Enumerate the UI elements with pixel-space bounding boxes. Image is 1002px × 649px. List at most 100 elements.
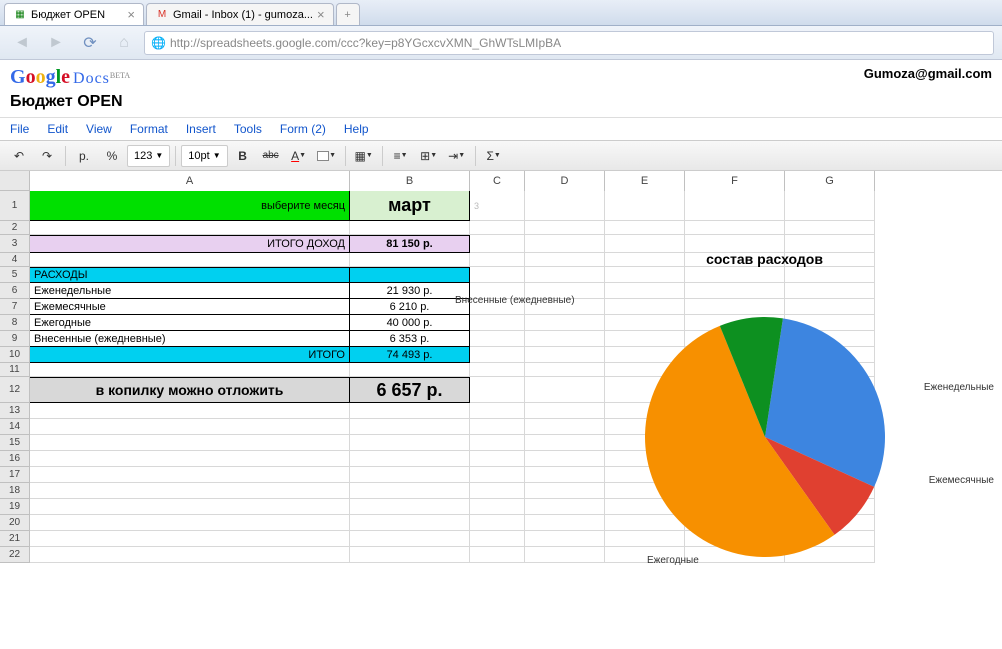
cell-B2[interactable] (350, 221, 470, 235)
home-button[interactable]: ⌂ (110, 29, 138, 57)
cell-C19[interactable] (470, 499, 525, 515)
cell-A13[interactable] (30, 403, 350, 419)
currency-button[interactable]: p. (71, 144, 97, 168)
cell-B4[interactable] (350, 253, 470, 267)
formula-button[interactable]: Σ▼ (481, 144, 507, 168)
cell-B20[interactable] (350, 515, 470, 531)
cell-C1[interactable]: 3 (470, 191, 525, 221)
row-header-21[interactable]: 21 (0, 531, 30, 547)
cell-A10[interactable]: ИТОГО (30, 347, 350, 363)
align-button[interactable]: ≡▼ (388, 144, 414, 168)
row-header-16[interactable]: 16 (0, 451, 30, 467)
cell-A4[interactable] (30, 253, 350, 267)
row-header-15[interactable]: 15 (0, 435, 30, 451)
cell-A1[interactable]: выберите месяц (30, 191, 350, 221)
cell-C22[interactable] (470, 547, 525, 563)
cell-B5[interactable] (350, 267, 470, 283)
cell-C11[interactable] (470, 363, 525, 377)
row-header-4[interactable]: 4 (0, 253, 30, 267)
row-header-10[interactable]: 10 (0, 347, 30, 363)
cell-D2[interactable] (525, 221, 605, 235)
cell-A8[interactable]: Ежегодные (30, 315, 350, 331)
chart-container[interactable]: состав расходов Внесенные (ежедневные) Е… (535, 251, 994, 649)
cell-F1[interactable] (685, 191, 785, 221)
cell-B6[interactable]: 21 930 р. (350, 283, 470, 299)
select-all-corner[interactable] (0, 171, 30, 191)
cell-A14[interactable] (30, 419, 350, 435)
cell-C10[interactable] (470, 347, 525, 363)
cell-A9[interactable]: Внесенные (ежедневные) (30, 331, 350, 347)
cell-C8[interactable] (470, 315, 525, 331)
cell-A5[interactable]: РАСХОДЫ (30, 267, 350, 283)
cell-G1[interactable] (785, 191, 875, 221)
url-input[interactable]: 🌐 http://spreadsheets.google.com/ccc?key… (144, 31, 994, 55)
cell-B7[interactable]: 6 210 р. (350, 299, 470, 315)
cell-B9[interactable]: 6 353 р. (350, 331, 470, 347)
column-header-D[interactable]: D (525, 171, 605, 191)
cell-A18[interactable] (30, 483, 350, 499)
row-header-19[interactable]: 19 (0, 499, 30, 515)
column-header-E[interactable]: E (605, 171, 685, 191)
cell-C21[interactable] (470, 531, 525, 547)
row-header-22[interactable]: 22 (0, 547, 30, 563)
menu-file[interactable]: File (10, 122, 29, 136)
cell-C2[interactable] (470, 221, 525, 235)
row-header-12[interactable]: 12 (0, 377, 30, 403)
cell-B19[interactable] (350, 499, 470, 515)
cell-C16[interactable] (470, 451, 525, 467)
cell-B11[interactable] (350, 363, 470, 377)
cell-B1[interactable]: март (350, 191, 470, 221)
cell-B21[interactable] (350, 531, 470, 547)
cell-C12[interactable] (470, 377, 525, 403)
cell-A3[interactable]: ИТОГО ДОХОД (30, 235, 350, 253)
cell-B17[interactable] (350, 467, 470, 483)
cell-B22[interactable] (350, 547, 470, 563)
row-header-17[interactable]: 17 (0, 467, 30, 483)
cell-C9[interactable] (470, 331, 525, 347)
column-header-F[interactable]: F (685, 171, 785, 191)
cell-A16[interactable] (30, 451, 350, 467)
row-header-5[interactable]: 5 (0, 267, 30, 283)
number-format-select[interactable]: 123▼ (127, 145, 170, 167)
forward-button[interactable]: ► (42, 29, 70, 57)
cell-C14[interactable] (470, 419, 525, 435)
user-email[interactable]: Gumoza@gmail.com (864, 66, 992, 81)
menu-edit[interactable]: Edit (47, 122, 68, 136)
menu-help[interactable]: Help (344, 122, 369, 136)
font-size-select[interactable]: 10pt▼ (181, 145, 227, 167)
row-header-1[interactable]: 1 (0, 191, 30, 221)
borders-button[interactable]: ▦▼ (351, 144, 377, 168)
row-header-8[interactable]: 8 (0, 315, 30, 331)
cell-B15[interactable] (350, 435, 470, 451)
browser-tab-1[interactable]: M Gmail - Inbox (1) - gumoza... × (146, 3, 334, 25)
cell-A15[interactable] (30, 435, 350, 451)
browser-tab-0[interactable]: ▦ Бюджет OPEN × (4, 3, 144, 25)
row-header-18[interactable]: 18 (0, 483, 30, 499)
menu-tools[interactable]: Tools (234, 122, 262, 136)
cell-E1[interactable] (605, 191, 685, 221)
new-tab-button[interactable]: + (336, 3, 360, 25)
cell-B3[interactable]: 81 150 р. (350, 235, 470, 253)
back-button[interactable]: ◄ (8, 29, 36, 57)
fill-color-button[interactable]: ▼ (314, 144, 340, 168)
row-header-13[interactable]: 13 (0, 403, 30, 419)
row-header-6[interactable]: 6 (0, 283, 30, 299)
text-color-button[interactable]: A▼ (286, 144, 312, 168)
menu-insert[interactable]: Insert (186, 122, 216, 136)
cell-C20[interactable] (470, 515, 525, 531)
cell-A6[interactable]: Еженедельные (30, 283, 350, 299)
cell-C15[interactable] (470, 435, 525, 451)
undo-button[interactable]: ↶ (6, 144, 32, 168)
row-header-3[interactable]: 3 (0, 235, 30, 253)
row-header-14[interactable]: 14 (0, 419, 30, 435)
document-title[interactable]: Бюджет OPEN (0, 91, 1002, 117)
cell-E2[interactable] (605, 221, 685, 235)
cell-A11[interactable] (30, 363, 350, 377)
cell-C3[interactable] (470, 235, 525, 253)
cell-B8[interactable]: 40 000 р. (350, 315, 470, 331)
cell-D1[interactable] (525, 191, 605, 221)
merge-button[interactable]: ⇥▼ (444, 144, 470, 168)
cell-C18[interactable] (470, 483, 525, 499)
redo-button[interactable]: ↷ (34, 144, 60, 168)
cell-A2[interactable] (30, 221, 350, 235)
